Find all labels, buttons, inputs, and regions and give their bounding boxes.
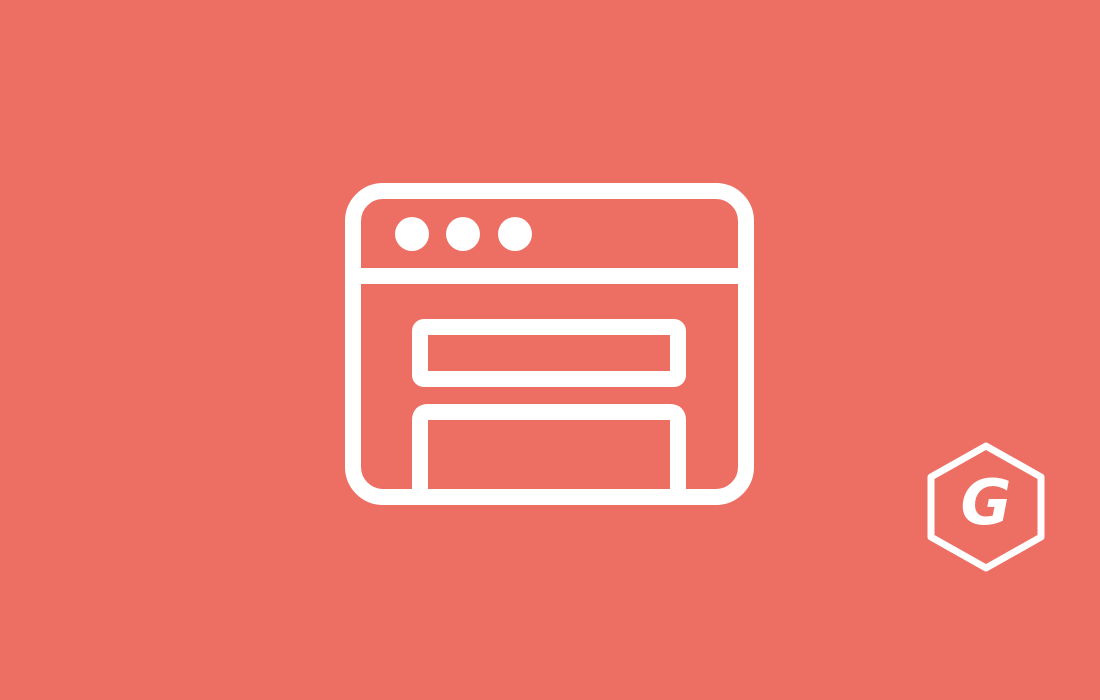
background: [0, 0, 1100, 700]
illustration: G: [0, 0, 1100, 700]
window-dot-icon: [446, 217, 480, 251]
logo-letter: G: [961, 466, 1012, 539]
window-dot-icon: [498, 217, 532, 251]
hero-banner: G: [0, 0, 1100, 700]
window-dot-icon: [395, 217, 429, 251]
